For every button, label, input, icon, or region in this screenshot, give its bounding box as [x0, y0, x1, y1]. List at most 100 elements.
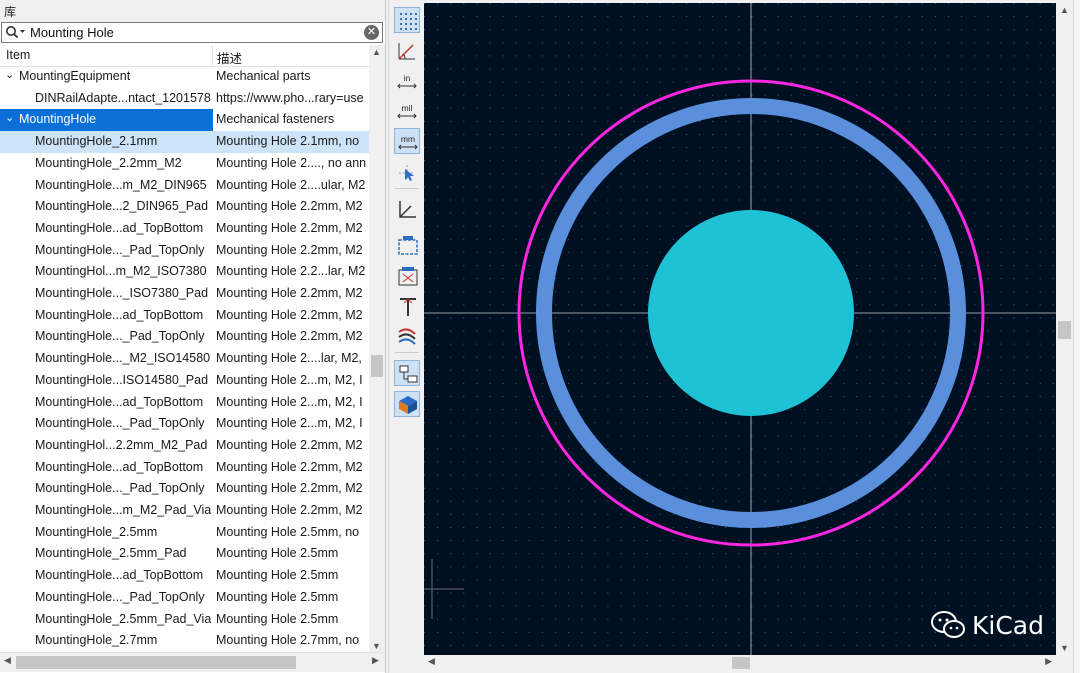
toolbar-separator [395, 352, 419, 353]
footprint-name: MountingHol...2.2mm_M2_Pad [35, 437, 208, 452]
footprint-row[interactable]: MountingHole...ad_TopBottom Mounting Hole… [0, 392, 369, 414]
footprint-row[interactable]: MountingHole...ad_TopBottom Mounting Hole… [0, 457, 369, 479]
footprint-row[interactable]: MountingHole..._ISO7380_Pad Mounting Hole… [0, 283, 369, 305]
units-inches-button[interactable]: in [394, 68, 420, 94]
contrast-mode-button[interactable] [394, 323, 420, 349]
search-icon[interactable] [5, 25, 27, 40]
3d-viewer-button[interactable] [394, 391, 420, 417]
grid-toggle-button[interactable] [394, 7, 420, 33]
clear-search-icon[interactable]: ✕ [364, 25, 379, 40]
scroll-left-icon[interactable]: ◀ [4, 655, 11, 666]
cursor-style-icon [399, 165, 415, 181]
footprint-drawing [424, 3, 1056, 655]
footprint-name: MountingHole..._ISO7380_Pad [35, 286, 209, 300]
text-sketch-icon [398, 267, 418, 286]
text-sketch-button[interactable] [394, 263, 420, 289]
local-origin-button[interactable] [394, 196, 420, 222]
row-description: Mounting Hole 2...m, M2, I [216, 372, 363, 387]
footprint-preview-canvas[interactable] [424, 3, 1056, 655]
column-header-item[interactable]: Item [6, 48, 30, 62]
row-description: Mounting Hole 2.5mm [216, 589, 339, 604]
footprint-row[interactable]: MountingHole..._Pad_TopOnly Mounting Hole… [0, 326, 369, 348]
footprint-row[interactable]: MountingHole_2.5mm_Pad_Via Mounting Hole … [0, 609, 369, 631]
scroll-thumb[interactable] [16, 656, 296, 669]
wechat-icon [931, 611, 965, 638]
footprint-name: MountingHole..._Pad_TopOnly [35, 416, 205, 431]
tree-panel-button[interactable] [394, 360, 420, 386]
library-name: MountingHole [19, 112, 97, 127]
footprint-row[interactable]: MountingHole...ISO14580_Pad Mounting Hole… [0, 370, 369, 392]
table-header: Item 描述 [0, 45, 369, 67]
row-description: Mounting Hole 2.2mm, M2 [216, 220, 363, 235]
row-description: Mechanical parts [216, 69, 311, 83]
footprint-row[interactable]: MountingHole_2.1mm Mounting Hole 2.1mm, n… [0, 131, 369, 153]
footprint-name: MountingHole...m_M2_DIN965 [35, 177, 207, 192]
cursor-style-button[interactable] [394, 160, 420, 186]
row-description: Mounting Hole 2.2mm, M2 [216, 459, 363, 474]
footprint-row[interactable]: MountingHole..._Pad_TopOnly Mounting Hole… [0, 413, 369, 435]
footprint-row[interactable]: MountingHole..._M2_ISO14580 Mounting Hole… [0, 348, 369, 370]
contrast-mode-icon [398, 328, 416, 345]
footprint-name: MountingHole_2.1mm [35, 134, 158, 149]
right-edge-panel [1073, 0, 1080, 673]
units-mils-button[interactable]: mil [394, 98, 420, 124]
library-name: MountingEquipment [19, 69, 131, 83]
left-toolbar: in mil mm [388, 0, 425, 673]
vertical-scrollbar[interactable]: ▲ ▼ [369, 45, 385, 652]
footprint-row[interactable]: MountingHole...2_DIN965_Pad Mounting Hole… [0, 196, 369, 218]
scroll-thumb[interactable] [371, 355, 383, 377]
scroll-up-icon[interactable]: ▲ [372, 47, 381, 57]
footprint-row[interactable]: DINRailAdapte...ntact_1201578 https://www… [0, 88, 369, 110]
footprint-row[interactable]: MountingHole...m_M2_DIN965 Mounting Hole … [0, 175, 369, 197]
row-description: Mounting Hole 2.2mm, M2 [216, 286, 363, 300]
canvas-horizontal-scrollbar[interactable]: ◀ ▶ [424, 655, 1056, 671]
footprint-row[interactable]: MountingHole..._Pad_TopOnly Mounting Hole… [0, 240, 369, 262]
footprint-row[interactable]: MountingHole...ad_TopBottom Mounting Hole… [0, 565, 369, 587]
scroll-right-icon[interactable]: ▶ [372, 655, 379, 666]
library-tree: ⌄ MountingEquipment Mechanical parts DINRai… [0, 66, 369, 652]
footprint-row[interactable]: MountingHole_2.5mm_Pad Mounting Hole 2.5m… [0, 543, 369, 565]
footprint-row[interactable]: MountingHole_2.2mm_M2 Mounting Hole 2....… [0, 153, 369, 175]
footprint-row[interactable]: MountingHol...m_M2_ISO7380 Mounting Hole … [0, 261, 369, 283]
footprint-row[interactable]: MountingHole..._Pad_TopOnly Mounting Hole… [0, 587, 369, 609]
expand-chevron-icon[interactable]: ⌄ [5, 68, 14, 81]
horizontal-scrollbar[interactable]: ◀ ▶ [0, 652, 385, 672]
footprint-row[interactable]: MountingHole...ad_TopBottom Mounting Hole… [0, 305, 369, 327]
row-description: Mounting Hole 2....lar, M2, [216, 351, 362, 366]
row-description: Mounting Hole 2.2mm, M2 [216, 503, 363, 517]
search-box[interactable]: ✕ [1, 22, 383, 43]
graphic-sketch-button[interactable] [394, 293, 420, 319]
footprint-row[interactable]: MountingHole...ad_TopBottom Mounting Hole… [0, 218, 369, 240]
footprint-row[interactable]: MountingHol...2.2mm_M2_Pad Mounting Hole … [0, 435, 369, 457]
search-input[interactable] [30, 24, 350, 41]
scroll-up-icon[interactable]: ▲ [1060, 5, 1069, 15]
column-header-description[interactable]: 描述 [217, 48, 242, 67]
pad-sketch-button[interactable] [394, 232, 420, 258]
polar-coords-button[interactable] [394, 38, 420, 64]
svg-text:in: in [404, 73, 411, 83]
units-mm-button[interactable]: mm [394, 128, 420, 154]
expand-chevron-icon[interactable]: ⌄ [5, 111, 14, 124]
footprint-name: MountingHole_2.5mm_Pad [35, 546, 187, 561]
scroll-thumb[interactable] [732, 657, 750, 669]
footprint-row[interactable]: MountingHole_2.7mm Mounting Hole 2.7mm, n… [0, 630, 369, 652]
column-divider[interactable] [212, 45, 213, 66]
footprint-name: MountingHole..._Pad_TopOnly [35, 481, 205, 496]
library-row[interactable]: ⌄ MountingEquipment Mechanical parts [0, 66, 369, 88]
scroll-thumb[interactable] [1058, 321, 1071, 339]
scroll-right-icon[interactable]: ▶ [1045, 656, 1052, 667]
canvas-vertical-scrollbar[interactable]: ▲ ▼ [1056, 3, 1073, 655]
footprint-row[interactable]: MountingHole_2.5mm Mounting Hole 2.5mm, n… [0, 522, 369, 544]
footprint-name: MountingHole_2.5mm_Pad_Via [35, 611, 211, 626]
scroll-left-icon[interactable]: ◀ [428, 656, 435, 667]
panel-title-bar: 库 [0, 0, 385, 22]
drill-hole-pad[interactable] [648, 210, 854, 416]
footprint-name: MountingHol...m_M2_ISO7380 [35, 264, 207, 279]
footprint-row[interactable]: MountingHole..._Pad_TopOnly Mounting Hole… [0, 478, 369, 500]
library-row[interactable]: ⌄ MountingHole Mechanical fasteners [0, 109, 369, 132]
footprint-name: MountingHole...m_M2_Pad_Via [35, 503, 211, 517]
scroll-down-icon[interactable]: ▼ [372, 641, 381, 651]
footprint-row[interactable]: MountingHole...m_M2_Pad_Via Mounting Hole… [0, 500, 369, 522]
scroll-down-icon[interactable]: ▼ [1060, 643, 1069, 653]
watermark: KiCad [930, 610, 1044, 640]
